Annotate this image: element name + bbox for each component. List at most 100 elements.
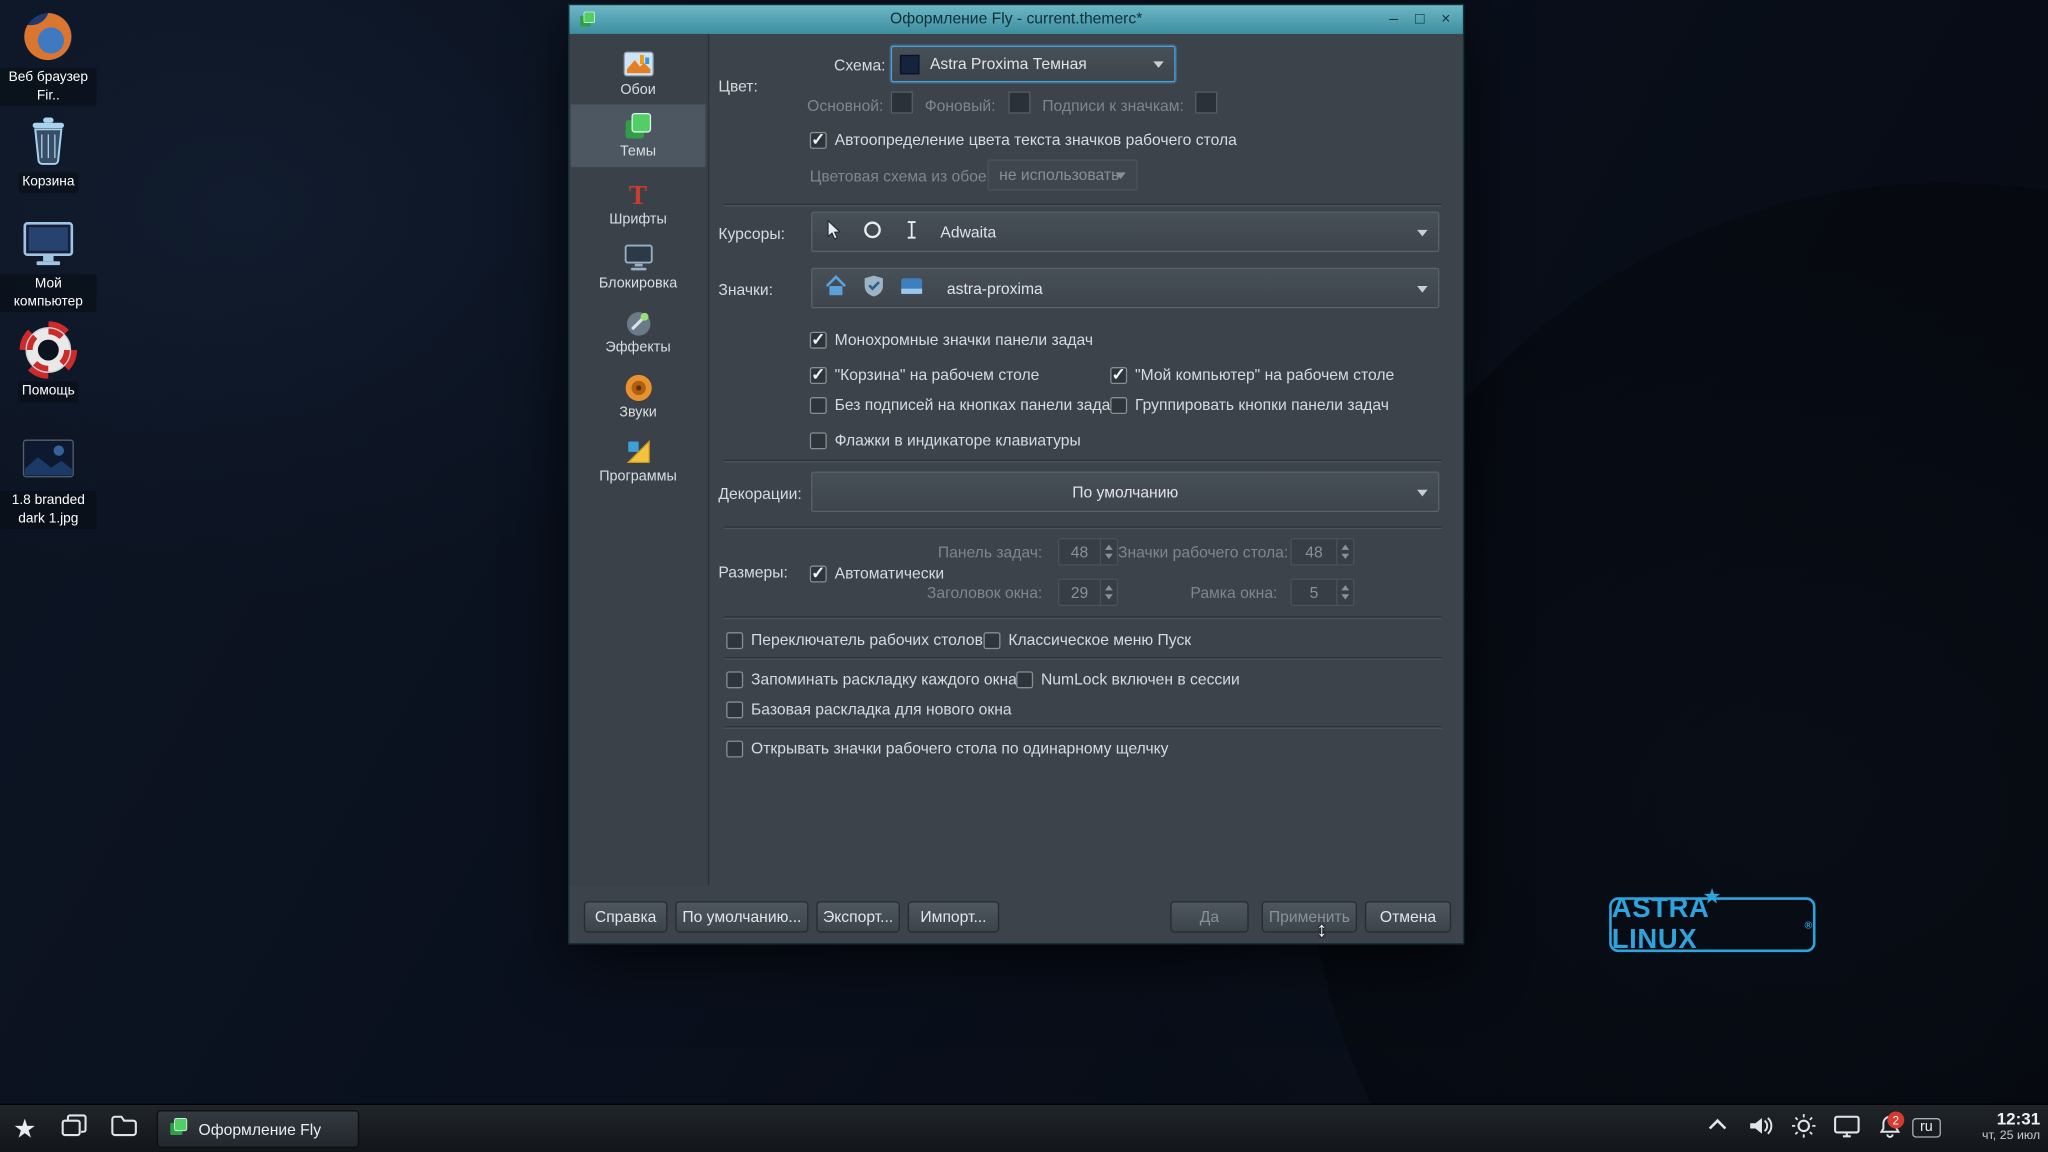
checkbox-label: Монохромные значки панели задач	[835, 330, 1093, 348]
window-title-size-label: Заголовок окна:	[883, 584, 1042, 602]
start-menu-button[interactable]: ★	[5, 1110, 44, 1148]
checkbox-keyboard-flags[interactable]: Флажки в индикаторе клавиатуры	[810, 430, 1081, 451]
desktop-icon-my-computer[interactable]: Мой компьютер	[0, 214, 97, 312]
tray-expand-button[interactable]	[1698, 1110, 1737, 1148]
effects-icon	[622, 307, 653, 338]
background-color-swatch[interactable]	[1008, 91, 1030, 113]
primary-color-swatch[interactable]	[891, 91, 913, 113]
desktop-icon-firefox[interactable]: Веб браузер Fir..	[0, 8, 97, 106]
image-thumbnail-icon	[20, 431, 77, 488]
desktop-icon-label: 1.8 branded dark 1.jpg	[0, 491, 97, 529]
icons-label: Значки:	[718, 281, 773, 299]
home-icon	[823, 273, 849, 303]
defaults-button[interactable]: По умолчанию...	[675, 901, 808, 932]
spinner-arrows-icon[interactable]	[1100, 580, 1117, 605]
close-button[interactable]: ×	[1434, 8, 1458, 30]
color-scheme-dropdown[interactable]: Astra Proxima Темная	[891, 46, 1176, 83]
desktop-icon-image-file[interactable]: 1.8 branded dark 1.jpg	[0, 431, 97, 529]
spinner-arrows-icon[interactable]	[1100, 539, 1117, 564]
checkbox-label: Переключатель рабочих столов	[751, 631, 983, 649]
start-star-icon: ★	[13, 1113, 36, 1146]
window-titlebar[interactable]: Оформление Fly - current.themerc* – □ ×	[569, 5, 1462, 34]
import-button[interactable]: Импорт...	[908, 901, 999, 932]
keyboard-layout-indicator[interactable]: ru	[1912, 1118, 1940, 1138]
yes-button[interactable]: Да	[1170, 901, 1248, 932]
desktop-icon-label: Помощь	[18, 381, 79, 401]
checkbox-numlock[interactable]: NumLock включен в сессии	[1016, 669, 1240, 690]
sidebar-item-themes[interactable]: Темы	[569, 103, 706, 168]
chevron-down-icon	[1115, 172, 1125, 179]
help-button[interactable]: Справка	[584, 901, 668, 932]
icon-theme-dropdown[interactable]: astra-proxima	[811, 268, 1439, 308]
window-title-size-spinner[interactable]: 29	[1058, 579, 1118, 606]
checkbox-desktop-switcher[interactable]: Переключатель рабочих столов	[726, 630, 983, 651]
checkbox-mono-taskbar-icons[interactable]: Монохромные значки панели задач	[810, 329, 1093, 350]
windows-stack-icon	[60, 1113, 89, 1146]
sidebar-item-label: Блокировка	[599, 276, 677, 292]
shield-icon	[861, 273, 887, 303]
checkbox-group-buttons[interactable]: Группировать кнопки панели задач	[1110, 394, 1389, 415]
sidebar-item-fonts[interactable]: T Шрифты	[569, 174, 706, 234]
icon-theme-value: astra-proxima	[947, 279, 1043, 297]
checkbox-computer-on-desktop[interactable]: "Мой компьютер" на рабочем столе	[1110, 364, 1394, 385]
file-manager-button[interactable]	[104, 1110, 143, 1148]
checkbox-box	[810, 366, 827, 383]
spinner-arrows-icon[interactable]	[1336, 539, 1353, 564]
icon-captions-color-swatch[interactable]	[1195, 91, 1217, 113]
checkbox-no-captions[interactable]: Без подписей на кнопках панели задач	[810, 394, 1118, 415]
display-settings-button[interactable]	[1827, 1110, 1866, 1148]
notifications-button[interactable]: 2	[1870, 1110, 1909, 1148]
volume-button[interactable]	[1741, 1110, 1780, 1148]
checkbox-trash-on-desktop[interactable]: "Корзина" на рабочем столе	[810, 364, 1040, 385]
checkbox-auto-icon-text-color[interactable]: Автоопределение цвета текста значков раб…	[810, 129, 1237, 150]
spinner-arrows-icon[interactable]	[1336, 580, 1353, 605]
checkbox-remember-layout[interactable]: Запоминать раскладку каждого окна	[726, 669, 1017, 690]
checkbox-box	[1110, 396, 1127, 413]
apply-button[interactable]: Применить	[1262, 901, 1357, 932]
checkbox-single-click[interactable]: Открывать значки рабочего стола по одина…	[726, 738, 1168, 759]
taskbar-size-spinner[interactable]: 48	[1058, 538, 1118, 565]
desktop-icons-size-spinner[interactable]: 48	[1290, 538, 1354, 565]
brightness-button[interactable]	[1784, 1110, 1823, 1148]
checkbox-label: Флажки в индикаторе клавиатуры	[835, 431, 1081, 449]
desktop-icon-label: Корзина	[18, 172, 78, 192]
checkbox-label: "Мой компьютер" на рабочем столе	[1135, 366, 1394, 384]
wallpaper-scheme-value: не использовать	[999, 166, 1119, 184]
decorations-label: Декорации:	[718, 485, 801, 503]
wallpaper-scheme-label: Цветовая схема из обоев:	[810, 167, 1000, 185]
wallpaper-scheme-dropdown[interactable]: не использовать	[987, 159, 1137, 190]
sidebar-item-effects[interactable]: Эффекты	[569, 302, 706, 362]
minimize-button[interactable]: –	[1382, 8, 1406, 30]
cursors-dropdown[interactable]: Adwaita	[811, 212, 1439, 252]
desktop-icon-trash[interactable]: Корзина	[0, 112, 97, 193]
clock[interactable]: 12:31 чт, 25 июл	[1982, 1109, 2040, 1143]
cursors-value: Adwaita	[940, 223, 996, 241]
checkbox-base-layout[interactable]: Базовая раскладка для нового окна	[726, 699, 1011, 720]
sidebar-item-lock[interactable]: Блокировка	[569, 238, 706, 298]
desktop: Веб браузер Fir.. Корзина Мой компьютер …	[0, 0, 2048, 1152]
window-frame-size-spinner[interactable]: 5	[1290, 579, 1354, 606]
sidebar-item-wallpaper[interactable]: Обои	[569, 44, 706, 104]
checkbox-box	[810, 131, 827, 148]
registered-mark: ®	[1805, 919, 1813, 931]
decorations-dropdown[interactable]: По умолчанию	[811, 472, 1439, 512]
window-list-button[interactable]	[55, 1110, 94, 1148]
cancel-button[interactable]: Отмена	[1365, 901, 1451, 932]
desktop-icon-help[interactable]: Помощь	[0, 321, 97, 402]
checkbox-auto-sizes[interactable]: Автоматически	[810, 563, 944, 584]
sidebar-item-sounds[interactable]: Звуки	[569, 367, 706, 427]
display-icon	[1832, 1113, 1861, 1146]
taskbar-task-fly-appearance[interactable]: Оформление Fly	[157, 1110, 359, 1148]
scheme-value: Astra Proxima Темная	[930, 55, 1087, 73]
maximize-button[interactable]: □	[1408, 8, 1432, 30]
checkbox-classic-menu[interactable]: Классическое меню Пуск	[984, 630, 1192, 651]
export-button[interactable]: Экспорт...	[816, 901, 900, 932]
sidebar-item-programs[interactable]: Программы	[569, 431, 706, 491]
background-color-label: Фоновый:	[925, 97, 996, 115]
separator	[724, 726, 1442, 727]
clock-date: чт, 25 июл	[1982, 1128, 2040, 1142]
checkbox-label: Запоминать раскладку каждого окна	[751, 670, 1017, 688]
wallpaper-icon	[622, 50, 653, 81]
panel-icon	[899, 273, 925, 303]
sizes-label: Размеры:	[718, 563, 787, 581]
